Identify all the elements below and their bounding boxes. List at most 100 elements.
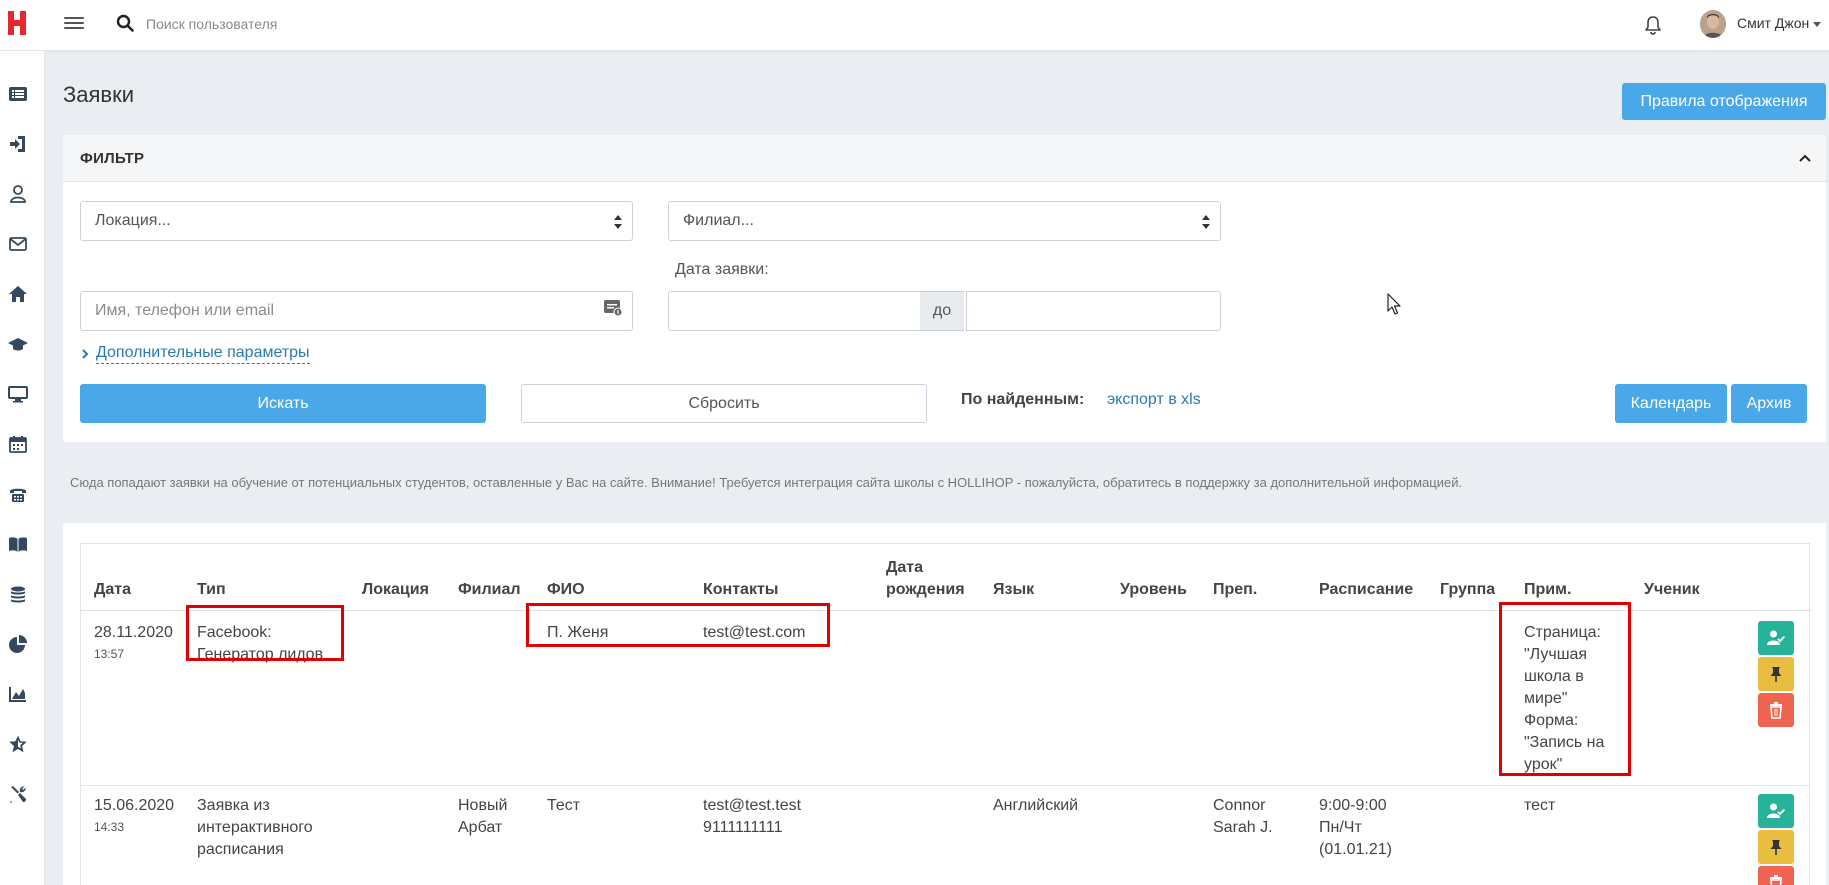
calendar-button[interactable]: Календарь xyxy=(1615,384,1727,423)
info-text: Сюда попадают заявки на обучение от поте… xyxy=(70,475,1463,490)
found-label: По найденным: xyxy=(961,391,1085,408)
name-phone-email-input[interactable] xyxy=(80,291,633,331)
chevron-up-icon[interactable] xyxy=(1797,150,1813,166)
row-time: 13:57 xyxy=(94,647,125,661)
trash-icon xyxy=(1770,875,1782,885)
location-select-value: Локация... xyxy=(95,212,171,229)
username[interactable]: Смит Джон xyxy=(1737,15,1809,31)
book-icon[interactable] xyxy=(8,534,28,554)
row-contacts-email: test@test.test xyxy=(703,797,802,814)
row-date: 15.06.2020 xyxy=(94,797,175,814)
highlight-box-fio-contacts xyxy=(526,603,830,647)
search-button[interactable]: Искать xyxy=(80,384,486,423)
pin-button[interactable] xyxy=(1758,657,1794,691)
caret-down-icon[interactable] xyxy=(1813,22,1821,27)
page-title: Заявки xyxy=(63,82,135,107)
contact-card-icon[interactable] xyxy=(603,297,623,317)
sign-in-icon[interactable] xyxy=(8,134,28,154)
reset-button[interactable]: Сбросить xyxy=(521,384,927,423)
col-header-group[interactable]: Группа xyxy=(1440,579,1495,601)
requests-table-panel: Дата Тип Локация Филиал ФИО Контакты Дат… xyxy=(63,523,1826,885)
archive-button[interactable]: Архив xyxy=(1731,384,1807,423)
delete-button[interactable] xyxy=(1758,866,1794,885)
row-date: 28.11.2020 xyxy=(94,624,173,641)
col-header-birthdate-line2[interactable]: рождения xyxy=(886,579,965,601)
display-rules-button[interactable]: Правила отображения xyxy=(1622,83,1826,120)
pie-chart-icon[interactable] xyxy=(8,634,28,654)
bell-icon[interactable] xyxy=(1642,14,1664,36)
date-to-label: до xyxy=(920,291,964,331)
user-search-input[interactable] xyxy=(146,11,546,37)
pin-button[interactable] xyxy=(1758,830,1794,864)
row-language: Английский xyxy=(993,797,1079,814)
user-check-icon xyxy=(1767,630,1785,645)
highlight-box-note xyxy=(1499,602,1631,776)
col-header-fio[interactable]: ФИО xyxy=(547,579,585,601)
thumbtack-icon xyxy=(1770,667,1782,682)
hamburger-menu-icon[interactable] xyxy=(64,14,84,34)
row-divider xyxy=(81,785,1811,786)
export-xls-link[interactable]: экспорт в xls xyxy=(1107,391,1201,409)
delete-button[interactable] xyxy=(1758,693,1794,727)
list-icon[interactable] xyxy=(8,84,28,104)
col-header-branch[interactable]: Филиал xyxy=(458,579,521,601)
search-icon xyxy=(116,14,134,32)
col-header-location[interactable]: Локация xyxy=(362,579,429,601)
col-header-contacts[interactable]: Контакты xyxy=(703,579,778,601)
sidebar xyxy=(0,51,45,885)
convert-to-student-button[interactable] xyxy=(1758,621,1794,655)
row-type-line1: Заявка из xyxy=(197,797,270,814)
row-fio: Тест xyxy=(547,797,581,814)
select-caret-icon xyxy=(614,215,622,229)
trash-icon xyxy=(1770,702,1782,719)
phone-icon[interactable] xyxy=(8,484,28,504)
thumbtack-icon xyxy=(1770,840,1782,855)
row-schedule-line1: 9:00-9:00 xyxy=(1319,797,1387,814)
filter-header[interactable]: ФИЛЬТР xyxy=(63,135,1826,182)
avatar[interactable] xyxy=(1700,10,1726,38)
row-type-line3: расписания xyxy=(197,841,284,858)
user-check-icon xyxy=(1767,803,1785,818)
row-type-line2: интерактивного xyxy=(197,819,313,836)
date-from-input[interactable] xyxy=(668,291,921,331)
col-header-teacher[interactable]: Преп. xyxy=(1213,579,1257,601)
mouse-cursor-icon xyxy=(1387,293,1403,317)
col-header-type[interactable]: Тип xyxy=(197,579,226,601)
hollihop-logo[interactable] xyxy=(6,9,28,37)
location-select[interactable]: Локация... xyxy=(80,201,633,241)
user-icon[interactable] xyxy=(8,184,28,204)
row-branch-line2: Арбат xyxy=(458,819,503,836)
coins-icon[interactable] xyxy=(8,584,28,604)
col-header-schedule[interactable]: Расписание xyxy=(1319,579,1413,601)
tools-icon[interactable] xyxy=(8,784,28,804)
col-header-level[interactable]: Уровень xyxy=(1120,579,1187,601)
row-schedule-line3: (01.01.21) xyxy=(1319,841,1392,858)
desktop-icon[interactable] xyxy=(8,384,28,404)
col-header-language[interactable]: Язык xyxy=(993,579,1034,601)
row-contacts-phone: 9111111111 xyxy=(703,819,783,836)
row-teacher-line1: Connor xyxy=(1213,797,1266,814)
col-header-birthdate-line1[interactable]: Дата xyxy=(886,557,923,579)
filter-title: ФИЛЬТР xyxy=(80,150,145,167)
home-icon[interactable] xyxy=(8,284,28,304)
row-schedule-line2: Пн/Чт xyxy=(1319,819,1362,836)
advanced-params-link[interactable]: Дополнительные параметры xyxy=(80,344,310,364)
col-header-student[interactable]: Ученик xyxy=(1644,579,1700,601)
graduation-cap-icon[interactable] xyxy=(8,334,28,354)
requests-table: Дата Тип Локация Филиал ФИО Контакты Дат… xyxy=(80,543,1811,885)
advanced-params-label: Дополнительные параметры xyxy=(96,344,310,364)
filter-panel: ФИЛЬТР Локация... Филиал... Дата заявки:… xyxy=(63,135,1826,442)
select-caret-icon xyxy=(1202,215,1210,229)
area-chart-icon[interactable] xyxy=(8,684,28,704)
star-icon[interactable] xyxy=(8,734,28,754)
col-header-note[interactable]: Прим. xyxy=(1524,579,1571,601)
col-header-date[interactable]: Дата xyxy=(94,579,131,601)
date-to-input[interactable] xyxy=(966,291,1221,331)
envelope-icon[interactable] xyxy=(8,234,28,254)
row-time: 14:33 xyxy=(94,820,125,834)
chevron-right-icon xyxy=(80,347,90,359)
calendar-icon[interactable] xyxy=(8,434,28,454)
row-teacher-line2: Sarah J. xyxy=(1213,819,1273,836)
convert-to-student-button[interactable] xyxy=(1758,794,1794,828)
branch-select[interactable]: Филиал... xyxy=(668,201,1221,241)
